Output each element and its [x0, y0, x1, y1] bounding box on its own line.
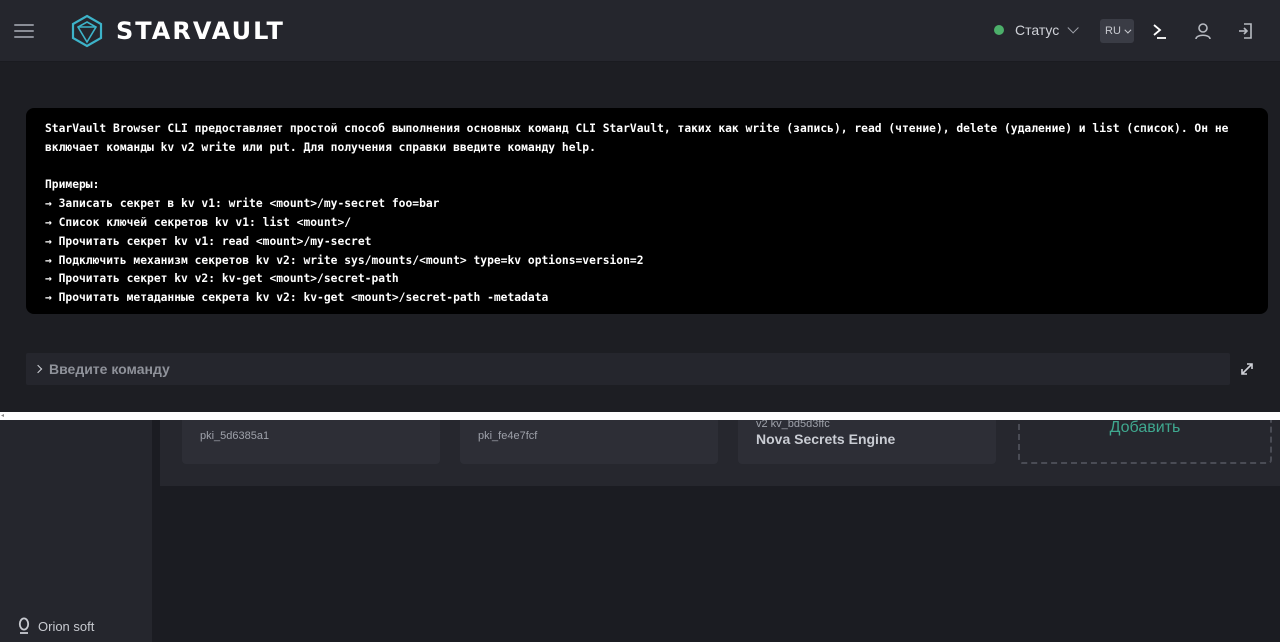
logo-icon — [71, 14, 103, 48]
cli-output-line: StarVault Browser CLI предоставляет прос… — [45, 122, 1229, 135]
engine-id: pki_5d6385a1 — [200, 430, 270, 442]
expand-icon[interactable] — [1238, 360, 1256, 378]
language-select[interactable]: RU — [1100, 19, 1134, 43]
cli-command-input[interactable] — [49, 361, 1199, 377]
status-indicator — [994, 25, 1004, 35]
cli-output-line: → Подключить механизм секретов kv v2: wr… — [45, 253, 644, 267]
engine-title: Nova Secrets Engine — [756, 431, 896, 447]
cli-panel: StarVault Browser CLI предоставляет прос… — [0, 62, 1280, 412]
cli-output-line: → Прочитать секрет kv v2: kv-get <mount>… — [45, 272, 399, 286]
cli-output-line — [45, 158, 1249, 177]
chevron-down-icon — [1067, 22, 1080, 34]
logo[interactable]: STARVAULT — [70, 14, 285, 48]
terminal-icon[interactable] — [1149, 20, 1171, 42]
prompt-chevron-icon — [33, 364, 43, 374]
org-footer[interactable]: Orion soft — [18, 617, 94, 635]
chevron-down-icon — [1124, 26, 1132, 34]
engine-id: pki_fe4e7fcf — [478, 430, 538, 442]
user-icon[interactable] — [1192, 20, 1214, 42]
cli-output-line: → Прочитать секрет kv v1: read <mount>/m… — [45, 234, 372, 248]
org-name: Orion soft — [38, 618, 95, 634]
top-header: STARVAULT Статус RU — [0, 0, 1280, 62]
cli-output-line: Примеры: — [45, 178, 100, 192]
status-label: Статус — [1015, 22, 1060, 38]
cli-output: StarVault Browser CLI предоставляет прос… — [26, 108, 1268, 314]
cli-input-row — [26, 353, 1230, 385]
resize-handle-icon[interactable]: ◂ — [1, 412, 7, 420]
cli-output-line: включает команды kv v2 write или put. Дл… — [45, 140, 596, 154]
cli-output-line: → Записать секрет в kv v1: write <mount>… — [45, 197, 440, 211]
logout-icon[interactable] — [1235, 20, 1257, 42]
cli-output-line: → Прочитать метаданные секрета kv v2: kv… — [45, 291, 549, 305]
add-label: Добавить — [1109, 419, 1181, 436]
brand-name: STARVAULT — [116, 17, 285, 45]
status-dropdown[interactable]: Статус — [994, 22, 1080, 38]
menu-icon[interactable] — [14, 24, 34, 38]
cli-output-line: → Список ключей секретов kv v1: list <mo… — [45, 215, 352, 229]
org-logo-icon — [18, 617, 30, 634]
cli-resize-bar[interactable]: ◂ — [0, 412, 1280, 420]
language-label: RU — [1105, 25, 1121, 37]
